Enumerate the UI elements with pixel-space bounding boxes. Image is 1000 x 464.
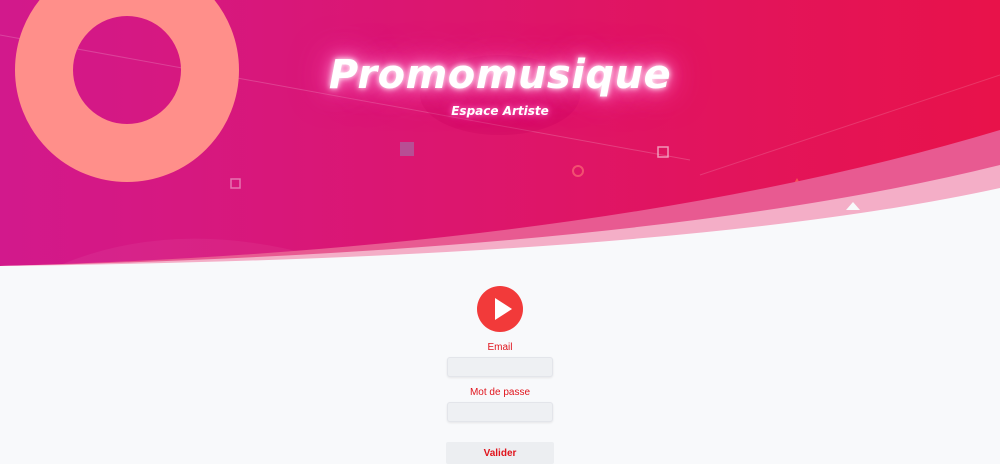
brand-title: Promomusique bbox=[328, 52, 672, 98]
login-form: Email Mot de passe Valider bbox=[445, 286, 555, 464]
hero-banner: Promomusique Espace Artiste bbox=[0, 0, 1000, 270]
submit-button[interactable]: Valider bbox=[446, 442, 554, 464]
password-label: Mot de passe bbox=[469, 387, 531, 398]
hero-background bbox=[0, 0, 1000, 270]
email-label: Email bbox=[487, 342, 513, 353]
brand-subtitle: Espace Artiste bbox=[451, 104, 549, 118]
play-icon bbox=[477, 286, 523, 332]
email-field[interactable] bbox=[447, 357, 553, 377]
password-field[interactable] bbox=[447, 402, 553, 422]
